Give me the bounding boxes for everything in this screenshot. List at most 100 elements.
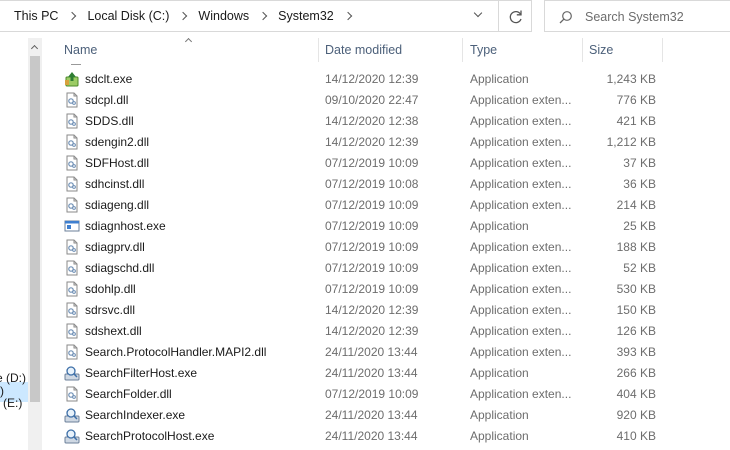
file-type: Application exten...: [470, 387, 572, 401]
nav-item-e-drive[interactable]: (E:): [3, 396, 22, 410]
exe-window-icon: [64, 218, 80, 234]
file-row[interactable]: SearchFolder.dll 07/12/2019 10:09 Applicat…: [42, 384, 730, 405]
search-box[interactable]: Search System32: [544, 0, 730, 32]
file-row[interactable]: sdshext.dll 14/12/2020 12:39 Application e…: [42, 321, 730, 342]
chevron-right-icon[interactable]: [179, 11, 189, 21]
file-size: 421 KB: [616, 114, 656, 128]
column-header-type[interactable]: Type: [470, 43, 497, 57]
file-name[interactable]: SearchFolder.dll: [85, 387, 172, 401]
file-name[interactable]: SearchIndexer.exe: [85, 408, 185, 422]
search-exe-icon: [64, 428, 80, 444]
dll-icon: [64, 386, 80, 402]
file-name[interactable]: sdiagprv.dll: [85, 240, 145, 254]
nav-item-d-drive[interactable]: e (D:): [0, 371, 26, 385]
nav-scrollbar[interactable]: [28, 38, 42, 450]
file-row[interactable]: sdiageng.dll 07/12/2019 10:09 Application …: [42, 195, 730, 216]
file-name[interactable]: sdiagschd.dll: [85, 261, 154, 275]
chevron-right-icon[interactable]: [344, 11, 354, 21]
file-name[interactable]: SearchProtocolHost.exe: [85, 429, 214, 443]
file-date-modified: 07/12/2019 10:08: [325, 177, 419, 191]
file-type: Application exten...: [470, 177, 572, 191]
file-row[interactable]: sdiagschd.dll 07/12/2019 10:09 Application…: [42, 258, 730, 279]
file-name[interactable]: sdohlp.dll: [85, 282, 136, 296]
file-row[interactable]: SearchFilterHost.exe 24/11/2020 13:44 Appl…: [42, 363, 730, 384]
file-row[interactable]: sdiagprv.dll 07/12/2019 10:09 Application …: [42, 237, 730, 258]
file-size: 126 KB: [616, 324, 656, 338]
scroll-up-arrow-icon[interactable]: [31, 44, 37, 50]
file-size: 266 KB: [616, 366, 656, 380]
file-size: 1,212 KB: [606, 135, 656, 149]
file-type: Application: [470, 408, 529, 422]
file-date-modified: 07/12/2019 10:09: [325, 219, 419, 233]
search-exe-icon: [64, 365, 80, 381]
file-row[interactable]: sdohlp.dll 07/12/2019 10:09 Application ex…: [42, 279, 730, 300]
file-name[interactable]: sdengin2.dll: [85, 135, 149, 149]
file-row[interactable]: sdclt.exe 14/12/2020 12:39 Application 1,24…: [42, 69, 730, 90]
file-date-modified: 14/12/2020 12:39: [325, 324, 419, 338]
chevron-right-icon[interactable]: [68, 11, 78, 21]
file-name[interactable]: sdrsvc.dll: [85, 303, 135, 317]
column-header-size[interactable]: Size: [589, 43, 613, 57]
dll-icon: [64, 113, 80, 129]
nav-scrollbar-thumb[interactable]: [30, 56, 40, 402]
address-bar[interactable]: This PC Local Disk (C:) Windows System32: [0, 0, 532, 32]
column-header-date[interactable]: Date modified: [325, 43, 402, 57]
file-size: 188 KB: [616, 240, 656, 254]
file-row[interactable]: sdcpl.dll 09/10/2020 22:47 Application ext…: [42, 90, 730, 111]
search-exe-icon: [64, 407, 80, 423]
file-name[interactable]: sdhcinst.dll: [85, 177, 144, 191]
file-type: Application: [470, 429, 529, 443]
file-type: Application exten...: [470, 156, 572, 170]
file-name[interactable]: sdiagnhost.exe: [85, 219, 166, 233]
file-row[interactable]: sdiagnhost.exe 07/12/2019 10:09 Applicatio…: [42, 216, 730, 237]
refresh-icon[interactable]: [506, 7, 526, 27]
dll-icon: [64, 239, 80, 255]
dll-icon: [64, 344, 80, 360]
file-date-modified: 07/12/2019 10:09: [325, 261, 419, 275]
file-name[interactable]: SearchFilterHost.exe: [85, 366, 197, 380]
file-date-modified: 07/12/2019 10:09: [325, 282, 419, 296]
file-row[interactable]: SDFHost.dll 07/12/2019 10:09 Application e…: [42, 153, 730, 174]
file-size: 404 KB: [616, 387, 656, 401]
chevron-down-icon[interactable]: [473, 10, 483, 20]
file-row[interactable]: SDDS.dll 14/12/2020 12:38 Application exte…: [42, 111, 730, 132]
partial-row: [42, 59, 730, 65]
file-size: 1,243 KB: [606, 72, 656, 86]
file-name[interactable]: sdclt.exe: [85, 72, 132, 86]
file-date-modified: 14/12/2020 12:39: [325, 72, 419, 86]
column-header-name[interactable]: Name: [64, 43, 97, 57]
file-type: Application exten...: [470, 282, 572, 296]
file-name[interactable]: sdiageng.dll: [85, 198, 149, 212]
file-name[interactable]: sdcpl.dll: [85, 93, 128, 107]
dll-icon: [64, 302, 80, 318]
file-size: 214 KB: [616, 198, 656, 212]
file-date-modified: 24/11/2020 13:44: [325, 408, 418, 422]
file-name[interactable]: SDFHost.dll: [85, 156, 149, 170]
file-row[interactable]: sdengin2.dll 14/12/2020 12:39 Application …: [42, 132, 730, 153]
breadcrumb-local-disk[interactable]: Local Disk (C:): [85, 9, 171, 23]
file-name[interactable]: Search.ProtocolHandler.MAPI2.dll: [85, 345, 266, 359]
breadcrumb-system32[interactable]: System32: [276, 9, 336, 23]
backup-app-icon: [64, 71, 80, 87]
chevron-right-icon[interactable]: [259, 11, 269, 21]
breadcrumb-this-pc[interactable]: This PC: [12, 9, 60, 23]
file-name[interactable]: SDDS.dll: [85, 114, 134, 128]
file-size: 37 KB: [623, 156, 656, 170]
file-row[interactable]: Search.ProtocolHandler.MAPI2.dll 24/11/20…: [42, 342, 730, 363]
file-row[interactable]: sdrsvc.dll 14/12/2020 12:39 Application ex…: [42, 300, 730, 321]
breadcrumb-windows[interactable]: Windows: [196, 9, 251, 23]
file-date-modified: 07/12/2019 10:09: [325, 240, 419, 254]
file-date-modified: 14/12/2020 12:39: [325, 135, 419, 149]
dll-icon: [64, 323, 80, 339]
file-row[interactable]: SearchIndexer.exe 24/11/2020 13:44 Applica…: [42, 405, 730, 426]
file-row[interactable]: sdhcinst.dll 07/12/2019 10:08 Application …: [42, 174, 730, 195]
file-type: Application exten...: [470, 198, 572, 212]
file-date-modified: 24/11/2020 13:44: [325, 366, 418, 380]
file-type: Application: [470, 72, 529, 86]
file-type: Application exten...: [470, 261, 572, 275]
dll-icon: [64, 281, 80, 297]
search-input[interactable]: Search System32: [585, 10, 684, 24]
file-date-modified: 09/10/2020 22:47: [325, 93, 419, 107]
file-name[interactable]: sdshext.dll: [85, 324, 142, 338]
file-row[interactable]: SearchProtocolHost.exe 24/11/2020 13:44 Ap…: [42, 426, 730, 447]
